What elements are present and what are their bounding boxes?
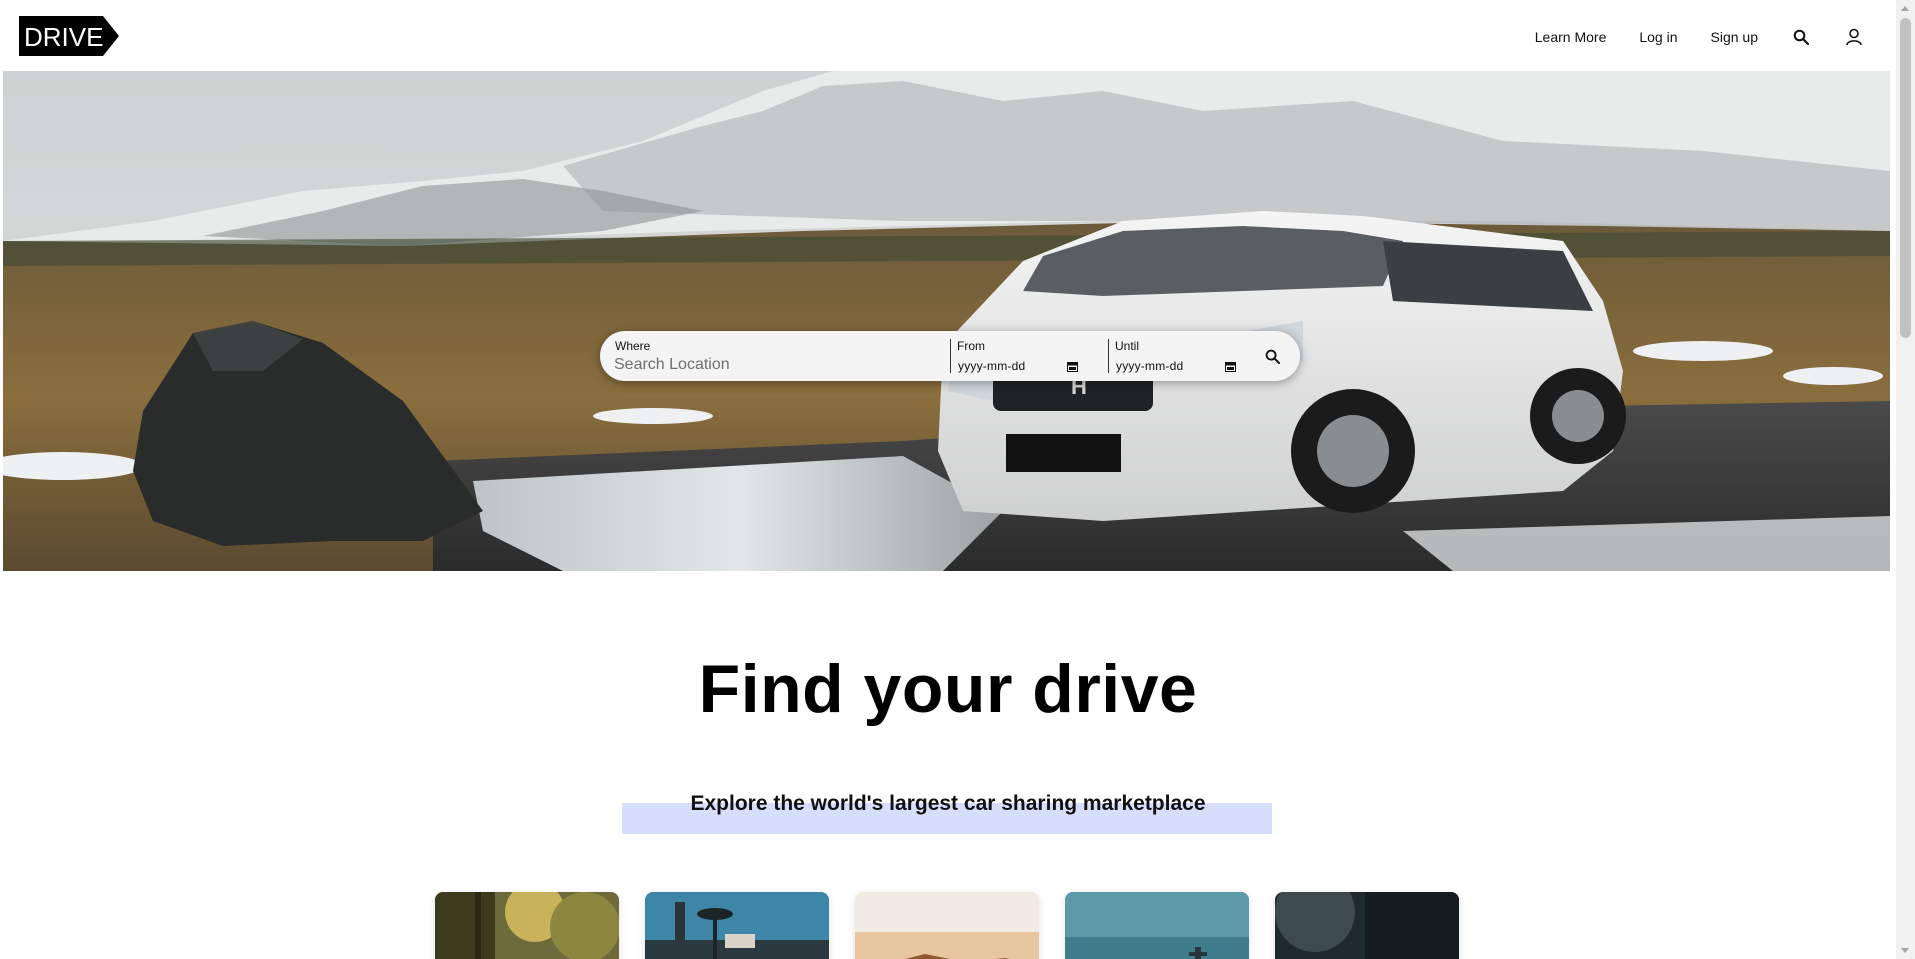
sign-up-link[interactable]: Sign up bbox=[1711, 29, 1758, 45]
scroll-up-arrow[interactable] bbox=[1901, 6, 1909, 11]
calendar-icon[interactable] bbox=[1225, 361, 1236, 372]
card-forest[interactable] bbox=[435, 892, 619, 959]
logo-text: DRIVE bbox=[24, 22, 103, 52]
user-icon[interactable] bbox=[1844, 27, 1864, 47]
card-image bbox=[645, 892, 829, 959]
where-field: Where bbox=[600, 331, 950, 381]
category-cards bbox=[435, 892, 1459, 959]
from-date-value: yyyy-mm-dd bbox=[958, 359, 1026, 373]
card-image bbox=[1275, 892, 1459, 959]
subheadline: Explore the world's largest car sharing … bbox=[690, 792, 1206, 815]
scroll-down-arrow[interactable] bbox=[1901, 948, 1909, 953]
hero-banner: H Where From yyyy-mm-dd Until yyyy-mm-dd bbox=[3, 71, 1890, 571]
until-date-input[interactable]: yyyy-mm-dd bbox=[1116, 357, 1236, 375]
search-icon bbox=[1265, 349, 1280, 364]
log-in-link[interactable]: Log in bbox=[1639, 29, 1677, 45]
until-field: Until yyyy-mm-dd bbox=[1108, 331, 1258, 381]
drive-logo[interactable]: DRIVE bbox=[19, 16, 119, 56]
from-label: From bbox=[957, 339, 985, 353]
card-night[interactable] bbox=[1275, 892, 1459, 959]
top-nav: Learn More Log in Sign up bbox=[1502, 0, 1864, 74]
card-image bbox=[855, 892, 1039, 959]
search-icon[interactable] bbox=[1791, 27, 1811, 47]
page-title: Find your drive bbox=[698, 651, 1198, 727]
calendar-icon[interactable] bbox=[1067, 361, 1078, 372]
until-label: Until bbox=[1115, 339, 1140, 353]
card-coast[interactable] bbox=[1065, 892, 1249, 959]
location-input[interactable] bbox=[614, 355, 934, 375]
page-scrollbar[interactable] bbox=[1896, 0, 1915, 959]
card-image bbox=[1065, 892, 1249, 959]
scroll-thumb[interactable] bbox=[1900, 18, 1911, 338]
search-bar: Where From yyyy-mm-dd Until yyyy-mm-dd bbox=[600, 331, 1300, 381]
from-date-input[interactable]: yyyy-mm-dd bbox=[958, 357, 1078, 375]
where-label: Where bbox=[615, 339, 651, 353]
card-image bbox=[435, 892, 619, 959]
learn-more-link[interactable]: Learn More bbox=[1535, 29, 1607, 45]
site-header: DRIVE Learn More Log in Sign up bbox=[0, 0, 1896, 70]
until-date-value: yyyy-mm-dd bbox=[1116, 359, 1184, 373]
card-palms[interactable] bbox=[645, 892, 829, 959]
hero-image: H bbox=[3, 71, 1890, 571]
card-desert[interactable] bbox=[855, 892, 1039, 959]
search-submit-button[interactable] bbox=[1260, 344, 1284, 368]
from-field: From yyyy-mm-dd bbox=[950, 331, 1110, 381]
